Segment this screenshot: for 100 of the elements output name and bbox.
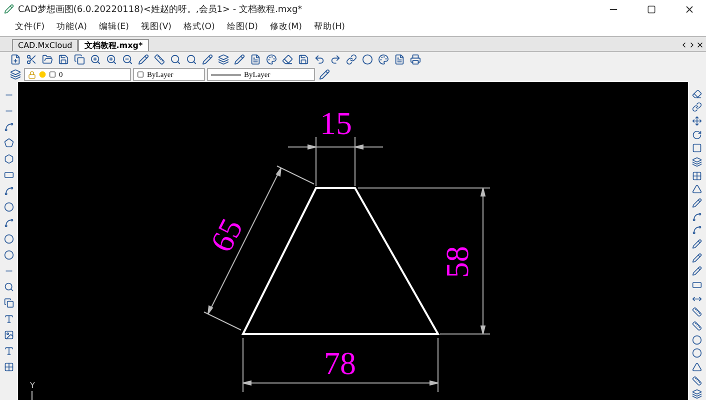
toolbar-button[interactable] <box>104 52 118 66</box>
modify-tool-button[interactable] <box>690 374 704 386</box>
sun-icon <box>39 71 46 78</box>
menu-item[interactable]: 绘图(D) <box>222 21 263 33</box>
modify-tool-button[interactable] <box>690 334 704 346</box>
dimension-text: 15 <box>320 105 352 141</box>
toolbar-button[interactable] <box>216 52 230 66</box>
draw-tool-button[interactable] <box>2 360 16 374</box>
menu-item[interactable]: 文件(F) <box>10 21 50 33</box>
draw-tool-button[interactable] <box>2 152 16 166</box>
toolbar-button[interactable] <box>72 52 86 66</box>
modify-tool-button[interactable] <box>690 142 704 154</box>
document-tab[interactable]: CAD.MxCloud <box>12 39 78 51</box>
tool-icon <box>692 348 702 358</box>
draw-tool-button[interactable] <box>2 280 16 294</box>
draw-tool-button[interactable] <box>2 296 16 310</box>
modify-tool-button[interactable] <box>690 347 704 360</box>
scroll-right-icon[interactable] <box>688 41 696 49</box>
draw-tool-button[interactable] <box>2 120 16 134</box>
modify-tool-button[interactable] <box>690 156 704 168</box>
menu-item[interactable]: 格式(O) <box>178 21 220 33</box>
menu-item[interactable]: 功能(A) <box>52 21 92 33</box>
modify-tool-button[interactable] <box>690 197 704 209</box>
modify-tool-button[interactable] <box>690 306 704 318</box>
modify-tool-button[interactable] <box>690 252 704 264</box>
draw-tool-button[interactable] <box>2 232 16 246</box>
modify-tool-button[interactable] <box>690 184 704 196</box>
tool-icon <box>410 54 420 65</box>
toolbar-button[interactable] <box>152 52 166 66</box>
toolbar-button[interactable] <box>136 52 150 66</box>
menu-item[interactable]: 视图(V) <box>136 21 176 33</box>
tool-icon <box>74 54 84 65</box>
toolbar-button[interactable] <box>56 52 70 66</box>
tool-icon <box>692 252 702 263</box>
modify-tool-button[interactable] <box>690 388 704 400</box>
lock-icon <box>28 70 36 78</box>
document-tab[interactable]: 文档教程.mxg* <box>78 39 149 51</box>
toolbar-button[interactable] <box>360 52 374 66</box>
draw-tool-button[interactable] <box>2 200 16 214</box>
window-title: CAD梦想画图(6.0.20220118)<姓赵的呀。,会员1> - 文档教程.mxg* <box>18 4 304 16</box>
modify-tool-button[interactable] <box>690 320 704 332</box>
tool-icon <box>330 54 340 65</box>
modify-tool-button[interactable] <box>690 128 704 141</box>
tool-icon <box>250 54 260 65</box>
tool-icon <box>692 320 702 331</box>
toolbar-button[interactable] <box>376 52 390 66</box>
draw-tool-button[interactable] <box>2 216 16 230</box>
toolbar-button[interactable] <box>296 52 310 66</box>
color-swatch-icon <box>137 71 144 78</box>
toolbar-button[interactable] <box>88 52 102 66</box>
modify-tool-button[interactable] <box>690 238 704 250</box>
tool-icon <box>218 54 228 65</box>
modify-tool-button[interactable] <box>690 170 704 182</box>
toolbar-button[interactable] <box>40 52 54 66</box>
close-icon[interactable] <box>696 41 704 49</box>
tool-icon <box>4 170 14 180</box>
tool-icon <box>692 389 702 400</box>
toolbar-button[interactable] <box>120 52 134 66</box>
modify-tool-button[interactable] <box>690 102 704 114</box>
tool-icon <box>346 54 356 65</box>
tool-icon <box>692 307 702 318</box>
menu-item[interactable]: 帮助(H) <box>308 21 350 33</box>
tool-icon <box>42 54 52 65</box>
draw-tool-button[interactable] <box>2 248 16 262</box>
tool-icon <box>692 225 702 236</box>
draw-tool-button[interactable] <box>2 136 16 150</box>
modify-tool-button[interactable] <box>690 88 704 100</box>
toolbar-button[interactable] <box>280 52 294 66</box>
tool-icon <box>202 54 212 65</box>
toolbar-button[interactable] <box>264 52 278 66</box>
toolbar-button[interactable] <box>24 52 38 66</box>
modify-tool-button[interactable] <box>690 279 704 291</box>
match-properties-button[interactable] <box>317 68 331 82</box>
draw-tool-button[interactable] <box>2 328 16 342</box>
toolbar-button[interactable] <box>200 52 214 66</box>
tool-icon <box>154 54 164 65</box>
layers-button[interactable] <box>8 68 22 82</box>
toolbar-button[interactable] <box>344 52 358 66</box>
close-icon <box>684 4 694 14</box>
line-sample-icon <box>211 72 241 76</box>
toolbar-button[interactable] <box>232 52 246 66</box>
draw-tool-button[interactable] <box>2 184 16 198</box>
toolbar-button[interactable] <box>408 52 422 66</box>
modify-tool-button[interactable] <box>690 361 704 373</box>
tool-icon <box>4 186 14 196</box>
modify-tool-button[interactable] <box>690 266 704 278</box>
menu-item[interactable]: 修改(M) <box>264 21 307 33</box>
tool-icon <box>362 54 372 65</box>
tool-icon <box>58 54 68 65</box>
modify-tool-button[interactable] <box>690 210 704 223</box>
toolbar-button[interactable] <box>184 52 198 66</box>
scroll-left-icon[interactable] <box>680 41 688 49</box>
modify-tool-button[interactable] <box>690 115 704 127</box>
tool-icon <box>394 54 404 65</box>
toolbar-button[interactable] <box>168 52 182 66</box>
menu-item[interactable]: 编辑(E) <box>94 21 134 33</box>
tool-icon <box>4 330 14 340</box>
tool-icon <box>234 54 244 65</box>
tool-icon <box>106 54 116 65</box>
modify-tool-button[interactable] <box>690 224 704 236</box>
